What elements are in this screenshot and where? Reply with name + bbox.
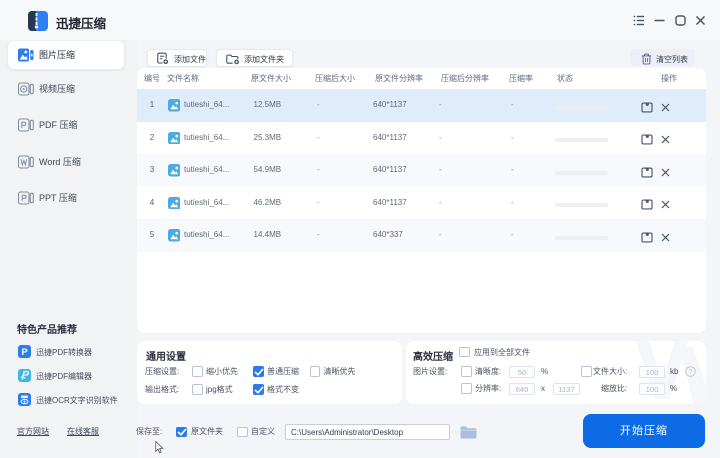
svg-text:?: ? — [689, 369, 693, 376]
svg-text:P: P — [21, 347, 28, 358]
